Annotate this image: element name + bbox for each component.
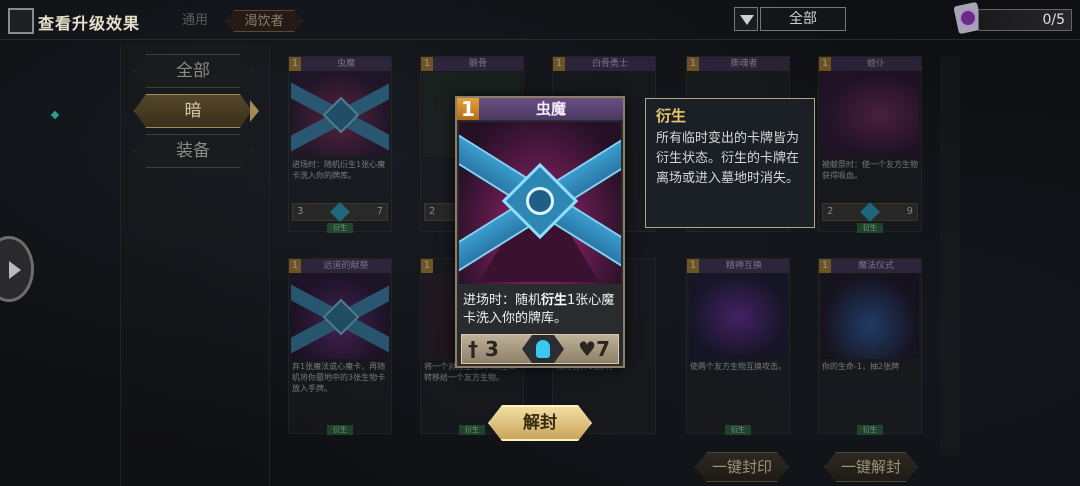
card-tile[interactable]: 1 精神互换 使两个友方生物互换攻击。 衍生 [686, 258, 790, 435]
card-tag: 衍生 [725, 425, 751, 435]
helmet-icon [330, 202, 350, 222]
card-desc: 你的生命-1，抽2张牌 [822, 362, 900, 371]
tooltip-title: 衍生 [656, 107, 687, 125]
top-bar: 查看升级效果 通用 渴饮者 全部 0/5 [0, 0, 1080, 40]
keyword-derived[interactable]: 衍生 [541, 293, 567, 308]
card-stats: 37 [292, 202, 388, 222]
unseal-all-button[interactable]: 一键解封 [824, 452, 918, 482]
card-cost: 1 [289, 57, 301, 71]
attack-value: † 3 [468, 337, 499, 361]
card-name: 虫魔 [479, 98, 623, 120]
card-art [821, 72, 919, 157]
card-cost: 1 [687, 259, 699, 273]
card-art [459, 122, 621, 284]
card-name: 蛭仆 [831, 57, 921, 71]
card-cost: 1 [819, 57, 831, 71]
card-name: 撕魂者 [699, 57, 789, 71]
card-cost: 1 [421, 57, 433, 71]
card-desc: 进场时：随机衍生1张心魔卡洗入你的牌库。 [292, 160, 386, 180]
back-icon[interactable] [8, 8, 34, 34]
card-desc: 被献祭时：使一个友方生物获得吸血。 [822, 160, 918, 180]
card-tag: 衍生 [857, 223, 883, 233]
card-desc: 弃1张魔法或心魔卡，再随机将你墓地中的3张生物卡放入手牌。 [292, 362, 386, 393]
filter-dropdown[interactable]: 全部 [760, 7, 846, 31]
card-atk: 3 [297, 206, 304, 217]
selected-arrow-icon [250, 100, 259, 122]
card-tile[interactable]: 1 蛭仆 被献祭时：使一个友方生物获得吸血。 29 衍生 [818, 56, 922, 233]
category-dark-button[interactable]: 暗 [134, 94, 252, 128]
tooltip-body: 所有临时变出的卡牌皆为衍生状态。衍生的卡牌在离场或进入墓地时消失。 [656, 131, 800, 186]
card-cost: 1 [819, 259, 831, 273]
card-tag: 衍生 [459, 425, 485, 435]
category-equipment-button[interactable]: 装备 [134, 134, 252, 168]
card-stats: 29 [822, 202, 918, 222]
card-hp: 7 [376, 206, 383, 217]
card-art [291, 274, 389, 359]
tab-drinker[interactable]: 渴饮者 [226, 10, 302, 32]
card-cost: 1 [687, 57, 699, 71]
card-cost: 1 [289, 259, 301, 273]
card-atk: 2 [429, 206, 436, 217]
card-art [291, 72, 389, 157]
health-value: ♥7 [578, 337, 610, 361]
card-tag: 衍生 [327, 223, 353, 233]
card-atk: 2 [827, 206, 834, 217]
card-tile[interactable]: 1 远道的献祭 弃1张魔法或心魔卡，再随机将你墓地中的3张生物卡放入手牌。 衍生 [288, 258, 392, 435]
helmet-icon [522, 335, 564, 363]
card-stats: † 3 ♥7 [461, 334, 619, 364]
card-tag: 衍生 [327, 425, 353, 435]
seal-all-button[interactable]: 一键封印 [695, 452, 789, 482]
category-all-button[interactable]: 全部 [134, 54, 252, 88]
upgrade-progress: 0/5 [978, 9, 1072, 31]
card-tile[interactable]: 1 虫魔 进场时：随机衍生1张心魔卡洗入你的牌库。 37 衍生 [288, 56, 392, 233]
keyword-tooltip: 衍生 所有临时变出的卡牌皆为衍生状态。衍生的卡牌在离场或进入墓地时消失。 [645, 98, 815, 228]
scrollbar[interactable] [940, 56, 960, 456]
card-name: 骸骨 [433, 57, 523, 71]
card-cost: 1 [553, 57, 565, 71]
card-description: 进场时：随机衍生1张心魔卡洗入你的牌库。 [463, 293, 615, 326]
card-art [821, 274, 919, 359]
unlock-button[interactable]: 解封 [488, 405, 592, 441]
card-tile[interactable]: 1 魔法仪式 你的生命-1，抽2张牌 衍生 [818, 258, 922, 435]
helmet-icon [860, 202, 880, 222]
card-cost: 1 [457, 98, 479, 120]
card-desc: 使两个友方生物互换攻击。 [690, 362, 786, 371]
card-name: 远道的献祭 [301, 259, 391, 273]
card-name: 魔法仪式 [831, 259, 921, 273]
focused-card: 1 虫魔 进场时：随机衍生1张心魔卡洗入你的牌库。 † 3 ♥7 [455, 96, 625, 368]
card-hp: 9 [906, 206, 913, 217]
card-cost: 1 [421, 259, 433, 273]
card-name: 精神互换 [699, 259, 789, 273]
card-name: 虫魔 [301, 57, 391, 71]
chevron-down-icon[interactable] [734, 7, 758, 31]
page-title: 查看升级效果 [38, 14, 141, 33]
card-art [689, 274, 787, 359]
card-tag: 衍生 [857, 425, 883, 435]
tab-general[interactable]: 通用 [170, 10, 220, 32]
card-name: 白骨勇士 [565, 57, 655, 71]
